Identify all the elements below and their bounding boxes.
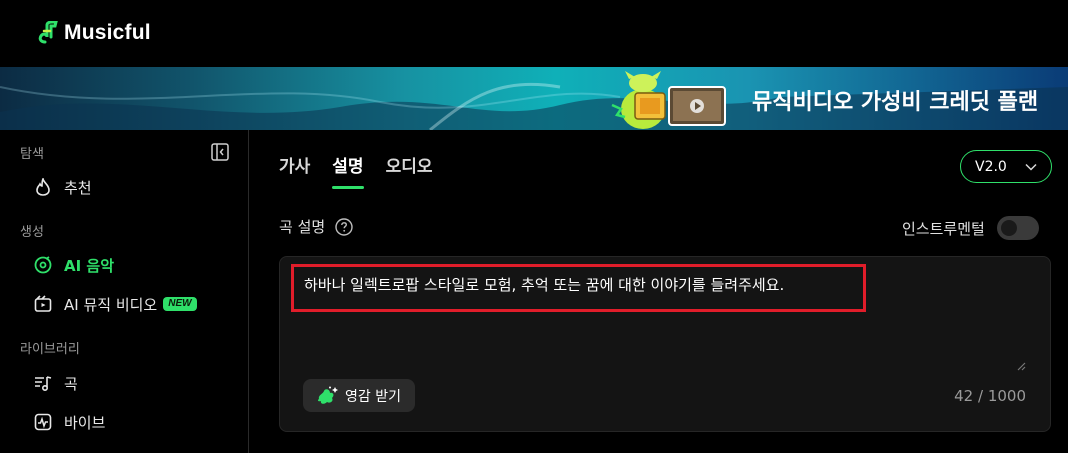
tab-bar: 가사 설명 오디오 xyxy=(279,152,432,189)
sparkle-splash-icon xyxy=(317,386,338,404)
section-label-create: 생성 xyxy=(20,225,44,240)
sidebar-item-label: AI 음악 xyxy=(64,256,115,275)
main-content: 가사 설명 오디오 V2.0 곡 설명 인스트루멘털 하바나 일렉트로팝 스타일… xyxy=(250,130,1068,453)
sidebar-item-label: 곡 xyxy=(64,374,78,393)
music-disc-icon xyxy=(34,256,52,274)
app-logo[interactable]: Musicful xyxy=(36,21,151,45)
banner-text: 뮤직비디오 가성비 크레딧 플랜 xyxy=(752,90,1039,115)
playlist-icon xyxy=(34,374,52,392)
film-character-icon xyxy=(611,71,726,129)
promo-banner[interactable]: 뮤직비디오 가성비 크레딧 플랜 xyxy=(0,67,1068,130)
instrumental-row: 인스트루멘털 xyxy=(902,216,1039,240)
sidebar-item-ai-music-video[interactable]: AI 뮤직 비디오 NEW xyxy=(34,292,197,316)
instrumental-toggle[interactable] xyxy=(996,216,1039,240)
section-label-library: 라이브러리 xyxy=(20,342,80,357)
section-label-explore: 탐색 xyxy=(20,147,44,162)
top-bar: Musicful xyxy=(0,0,1068,67)
collapse-sidebar-icon[interactable] xyxy=(211,143,229,161)
version-value: V2.0 xyxy=(975,158,1007,175)
sidebar-item-songs[interactable]: 곡 xyxy=(34,371,78,395)
new-badge: NEW xyxy=(163,297,197,311)
video-icon xyxy=(34,295,52,313)
tab-lyrics[interactable]: 가사 xyxy=(279,152,310,189)
instrumental-label: 인스트루멘털 xyxy=(902,219,985,238)
sidebar-item-ai-music[interactable]: AI 음악 xyxy=(34,253,114,277)
tab-audio[interactable]: 오디오 xyxy=(386,152,433,189)
chevron-down-icon xyxy=(1025,163,1037,171)
description-text: 하바나 일렉트로팝 스타일로 모험, 추억 또는 꿈에 대한 이야기를 들려주세… xyxy=(304,276,785,294)
musicful-logo-icon xyxy=(38,21,58,44)
version-select[interactable]: V2.0 xyxy=(960,150,1052,183)
description-textarea[interactable]: 하바나 일렉트로팝 스타일로 모험, 추억 또는 꿈에 대한 이야기를 들려주세… xyxy=(279,256,1051,432)
pulse-icon xyxy=(34,413,52,431)
description-label: 곡 설명 xyxy=(279,218,326,236)
app-name: Musicful xyxy=(64,21,151,44)
resize-handle-icon[interactable] xyxy=(1016,361,1026,371)
get-inspiration-button[interactable]: 영감 받기 xyxy=(303,379,415,412)
flame-icon xyxy=(34,178,52,196)
sidebar-item-label: 바이브 xyxy=(64,413,106,432)
help-icon[interactable] xyxy=(335,217,353,236)
sidebar-item-label: 추천 xyxy=(64,178,92,197)
character-counter: 42 / 1000 xyxy=(954,387,1026,405)
sidebar-item-vibe[interactable]: 바이브 xyxy=(34,410,105,434)
tab-description[interactable]: 설명 xyxy=(332,152,364,189)
sidebar-item-label: AI 뮤직 비디오 xyxy=(64,295,158,314)
description-label-row: 곡 설명 xyxy=(279,216,353,237)
get-inspiration-label: 영감 받기 xyxy=(345,388,401,405)
sidebar-item-recommended[interactable]: 추천 xyxy=(34,175,92,199)
